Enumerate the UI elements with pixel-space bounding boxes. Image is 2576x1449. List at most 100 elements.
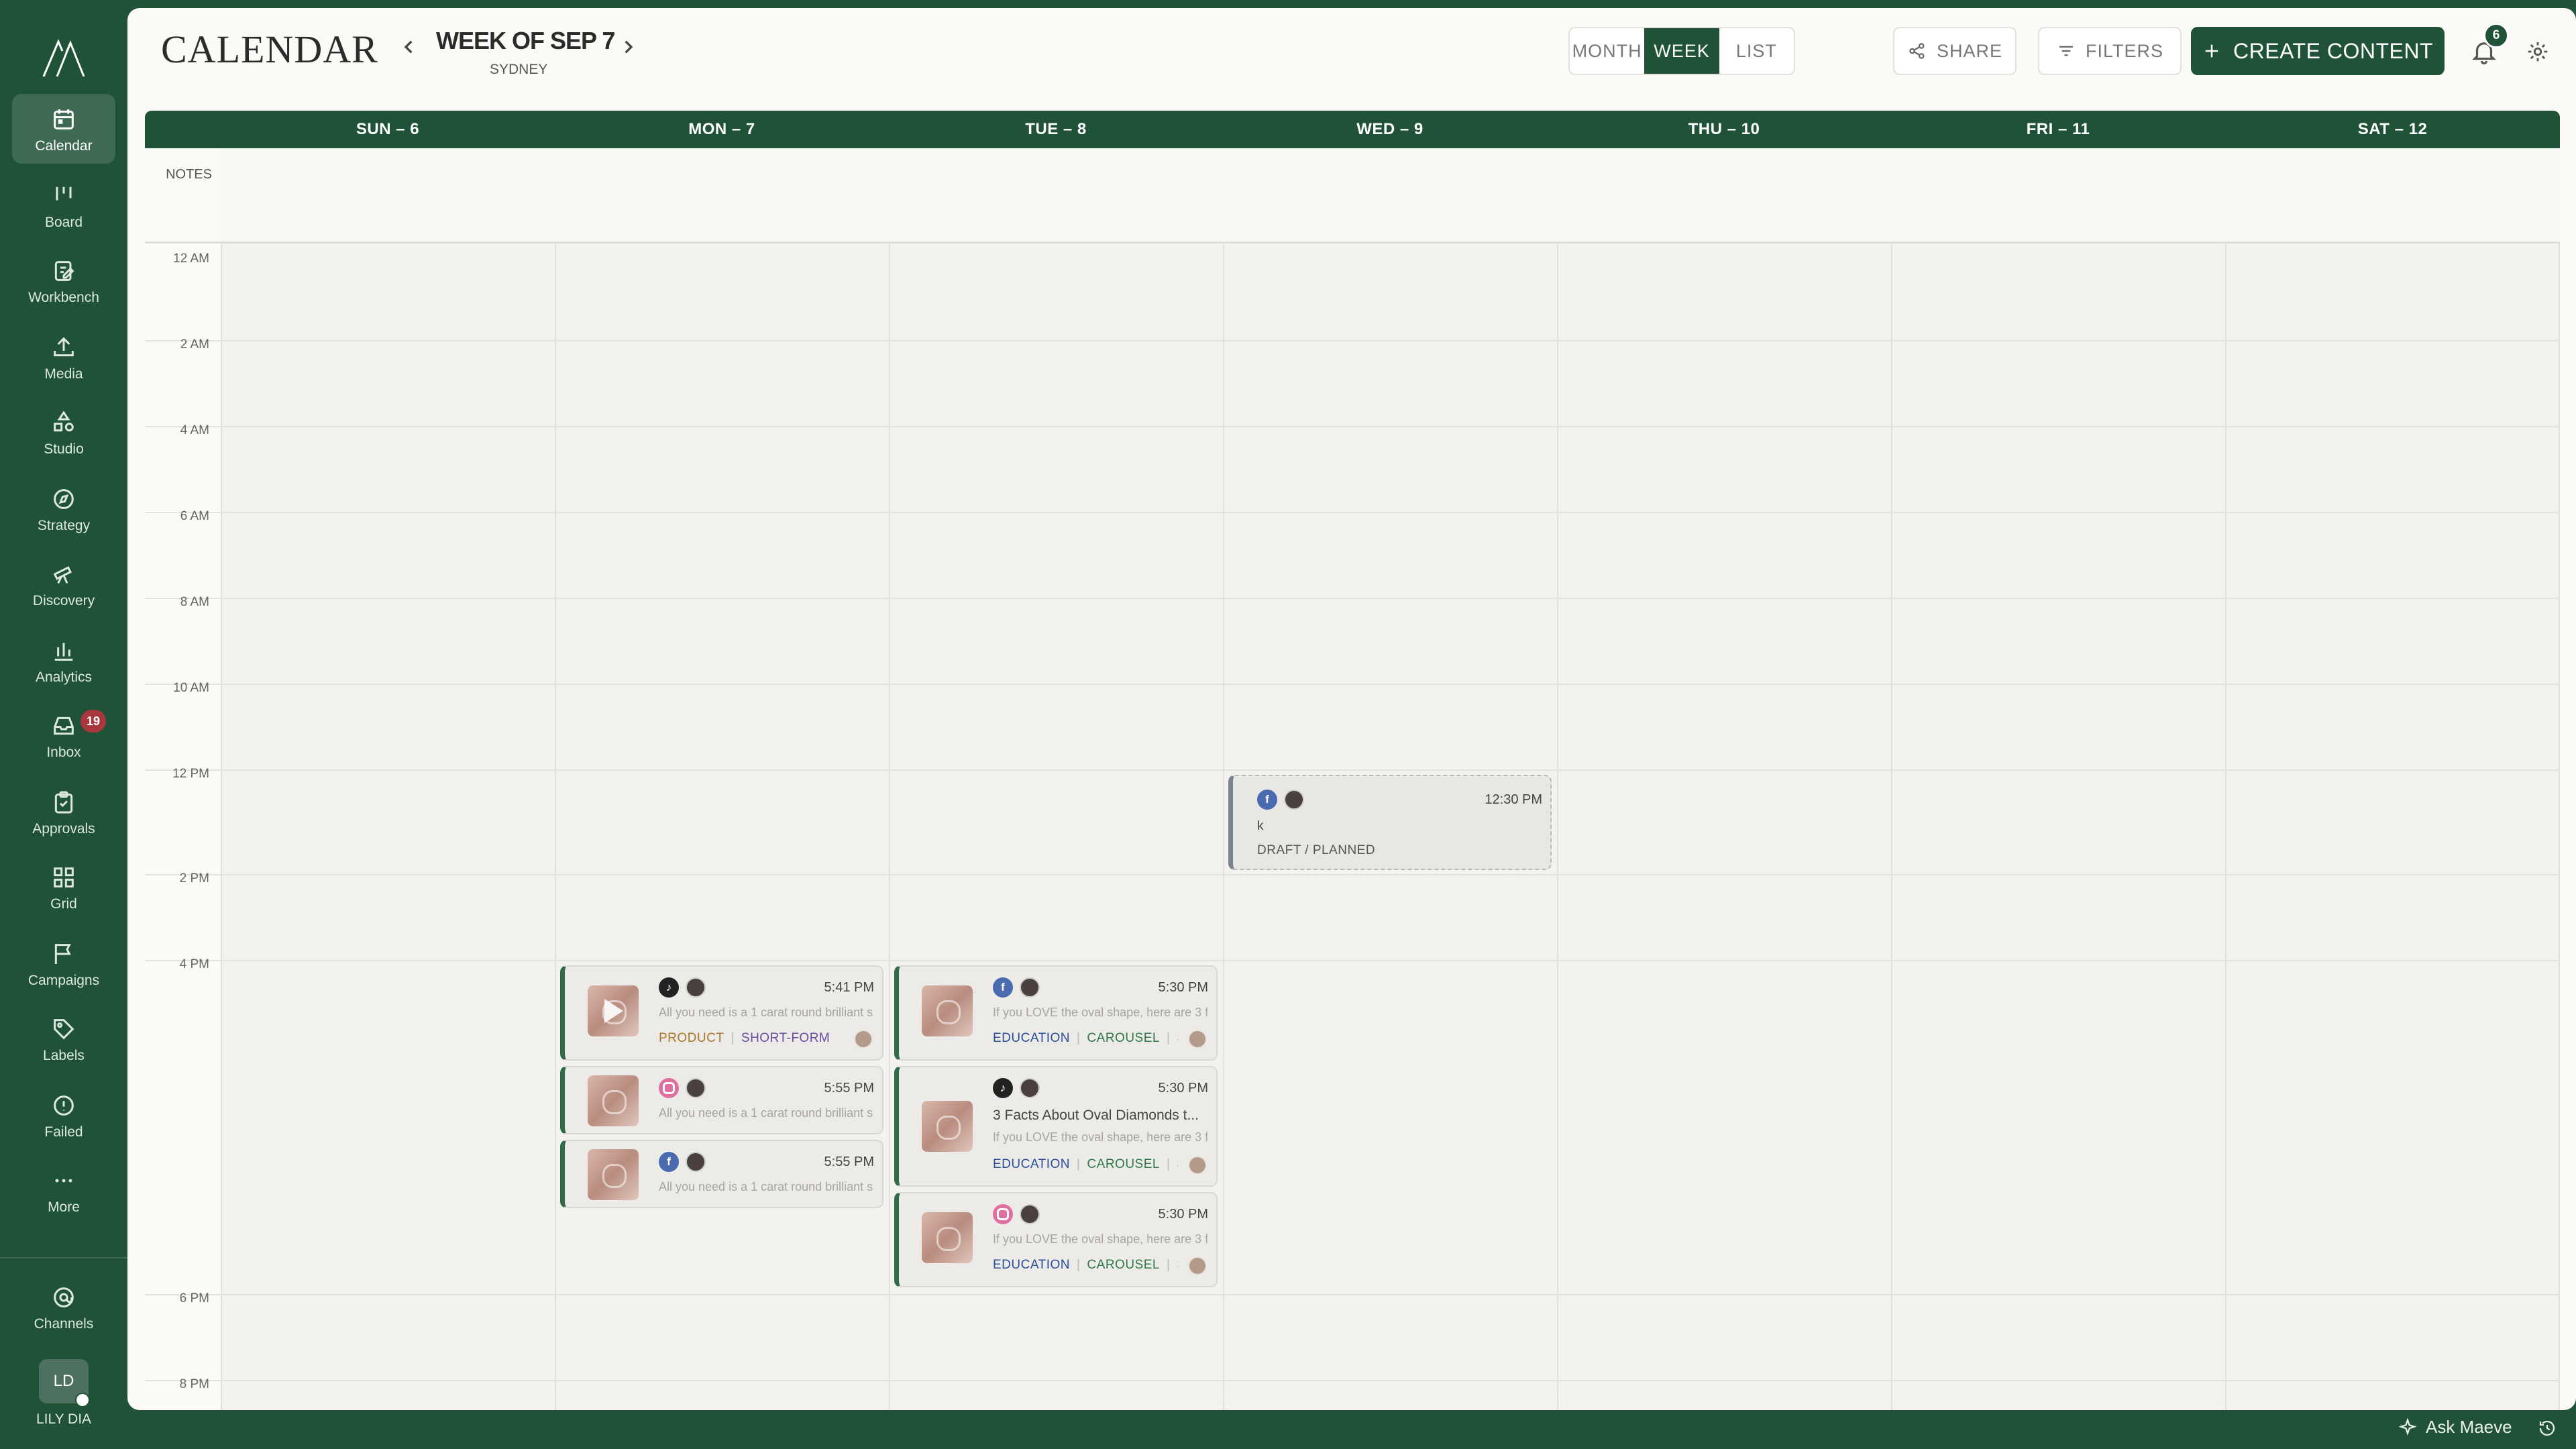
time-label: 2 PM — [179, 871, 209, 885]
sidebar-item-board[interactable]: Board — [12, 170, 115, 240]
sidebar-item-calendar[interactable]: Calendar — [12, 94, 115, 164]
sidebar-item-more[interactable]: More — [12, 1155, 115, 1225]
post-thumbnail — [588, 985, 639, 1036]
post-card[interactable]: f 5:55 PM All you need is a 1 carat roun… — [560, 1140, 883, 1208]
account-avatar-icon — [686, 977, 706, 998]
day-header-sat: SAT – 12 — [2225, 111, 2560, 148]
day-header-tue: TUE – 8 — [889, 111, 1223, 148]
post-thumbnail — [588, 1149, 639, 1200]
share-icon — [1909, 43, 1925, 59]
event-status: DRAFT / PLANNED — [1257, 843, 1376, 857]
hour-line — [145, 1294, 2560, 1295]
tag-education: EDUCATION — [993, 1031, 1070, 1045]
day-column-sun[interactable] — [221, 148, 555, 1410]
day-header-mon: MON – 7 — [555, 111, 889, 148]
post-card[interactable]: ♪ 5:30 PM 3 Facts About Oval Diamonds t.… — [894, 1066, 1218, 1187]
history-icon[interactable] — [2537, 1418, 2557, 1438]
time-label: 4 PM — [179, 957, 209, 971]
next-week-chevron-icon[interactable] — [614, 34, 641, 60]
hour-line — [145, 340, 2560, 341]
at-sign-icon — [54, 1287, 74, 1307]
sidebar-divider — [0, 1257, 127, 1258]
time-label: 4 AM — [180, 423, 209, 437]
sidebar-item-inbox[interactable]: Inbox 19 — [12, 700, 115, 770]
sidebar-item-label: Analytics — [35, 669, 93, 685]
sidebar-item-campaigns[interactable]: Campaigns — [12, 928, 115, 998]
notification-badge: 6 — [2483, 23, 2509, 48]
sidebar-item-analytics[interactable]: Analytics — [12, 625, 115, 695]
day-column-thu[interactable] — [1557, 148, 1891, 1410]
create-content-button[interactable]: CREATE CONTENT — [2191, 27, 2445, 75]
hour-line — [145, 769, 2560, 771]
flag-icon — [54, 944, 71, 964]
post-time: 5:30 PM — [1158, 1207, 1208, 1222]
account-avatar-icon — [1284, 790, 1304, 810]
view-list-button[interactable]: LIST — [1719, 28, 1794, 74]
account-avatar-icon — [1020, 977, 1040, 998]
sidebar-item-studio[interactable]: Studio — [12, 397, 115, 467]
assignee-avatar — [854, 1030, 873, 1049]
notes-row[interactable] — [221, 148, 2560, 242]
post-thumbnail — [922, 985, 973, 1036]
sidebar-item-label: Grid — [50, 896, 77, 912]
post-thumbnail — [922, 1101, 973, 1152]
sidebar-item-workbench[interactable]: Workbench — [12, 246, 115, 315]
sidebar-item-label: Approvals — [32, 821, 95, 837]
prev-week-chevron-icon[interactable] — [396, 34, 423, 60]
share-button[interactable]: SHARE — [1893, 27, 2017, 75]
sidebar-item-label: Failed — [44, 1124, 83, 1140]
post-card[interactable]: 5:30 PM If you LOVE the oval shape, here… — [894, 1192, 1218, 1287]
view-month-button[interactable]: MONTH — [1570, 28, 1644, 74]
post-card[interactable]: f 5:30 PM If you LOVE the oval shape, he… — [894, 965, 1218, 1061]
sidebar-item-media[interactable]: Media — [12, 322, 115, 392]
sidebar-item-channels[interactable]: Channels — [12, 1272, 115, 1342]
sidebar-item-label: Calendar — [35, 138, 93, 154]
facebook-icon: f — [1257, 790, 1277, 810]
assignee-avatar — [1188, 1156, 1207, 1175]
post-card[interactable]: 5:55 PM All you need is a 1 carat round … — [560, 1066, 883, 1134]
week-grid: SUN – 6 MON – 7 TUE – 8 WED – 9 THU – 10… — [145, 111, 2560, 1410]
upload-icon — [54, 337, 74, 357]
post-caption: If you LOVE the oval shape, here are 3 f — [993, 1130, 1208, 1144]
sidebar-item-approvals[interactable]: Approvals — [12, 777, 115, 847]
time-label: 8 AM — [180, 595, 209, 609]
brand-logo-icon[interactable] — [37, 35, 91, 82]
sidebar-item-strategy[interactable]: Strategy — [12, 474, 115, 543]
post-time: 5:30 PM — [1158, 980, 1208, 995]
tag-carousel: CAROUSEL — [1087, 1157, 1160, 1171]
draft-event-card[interactable]: f 12:30 PM k DRAFT / PLANNED — [1228, 775, 1552, 870]
time-label: 2 AM — [180, 337, 209, 352]
instagram-icon — [659, 1078, 679, 1098]
hour-line — [145, 874, 2560, 875]
sidebar-item-labels[interactable]: Labels — [12, 1004, 115, 1073]
sidebar-item-label: Labels — [43, 1048, 85, 1063]
board-icon — [56, 186, 72, 201]
day-header-thu: THU – 10 — [1557, 111, 1891, 148]
tag-truncated: SO — [1177, 1157, 1178, 1171]
filters-button[interactable]: FILTERS — [2038, 27, 2182, 75]
gear-icon[interactable] — [2525, 39, 2551, 64]
week-title: WEEK OF SEP 7 — [436, 27, 615, 54]
facebook-icon: f — [993, 977, 1013, 998]
tag-truncated: SO — [1177, 1031, 1178, 1045]
sparkle-icon — [2398, 1417, 2417, 1436]
day-column-sat[interactable] — [2225, 148, 2560, 1410]
post-card[interactable]: ♪ 5:41 PM All you need is a 1 carat roun… — [560, 965, 883, 1061]
user-status-dot — [75, 1393, 90, 1407]
clipboard-check-icon — [54, 791, 73, 814]
day-column-mon[interactable] — [555, 148, 889, 1410]
account-avatar-icon — [1020, 1204, 1040, 1224]
time-label: 6 PM — [179, 1291, 209, 1305]
post-title: 3 Facts About Oval Diamonds t... — [993, 1108, 1199, 1123]
view-week-button[interactable]: WEEK — [1644, 28, 1719, 74]
sidebar-item-failed[interactable]: Failed — [12, 1080, 115, 1150]
post-tags: EDUCATION|CAROUSEL|SO — [993, 1157, 1178, 1172]
inbox-count-badge: 19 — [80, 710, 106, 733]
sidebar-item-discovery[interactable]: Discovery — [12, 549, 115, 619]
compass-icon — [54, 489, 74, 509]
sidebar-item-grid[interactable]: Grid — [12, 852, 115, 922]
day-column-fri[interactable] — [1891, 148, 2225, 1410]
ask-maeve-button[interactable]: Ask Maeve — [2398, 1417, 2512, 1438]
tag-icon — [54, 1019, 74, 1040]
instagram-icon — [993, 1204, 1013, 1224]
